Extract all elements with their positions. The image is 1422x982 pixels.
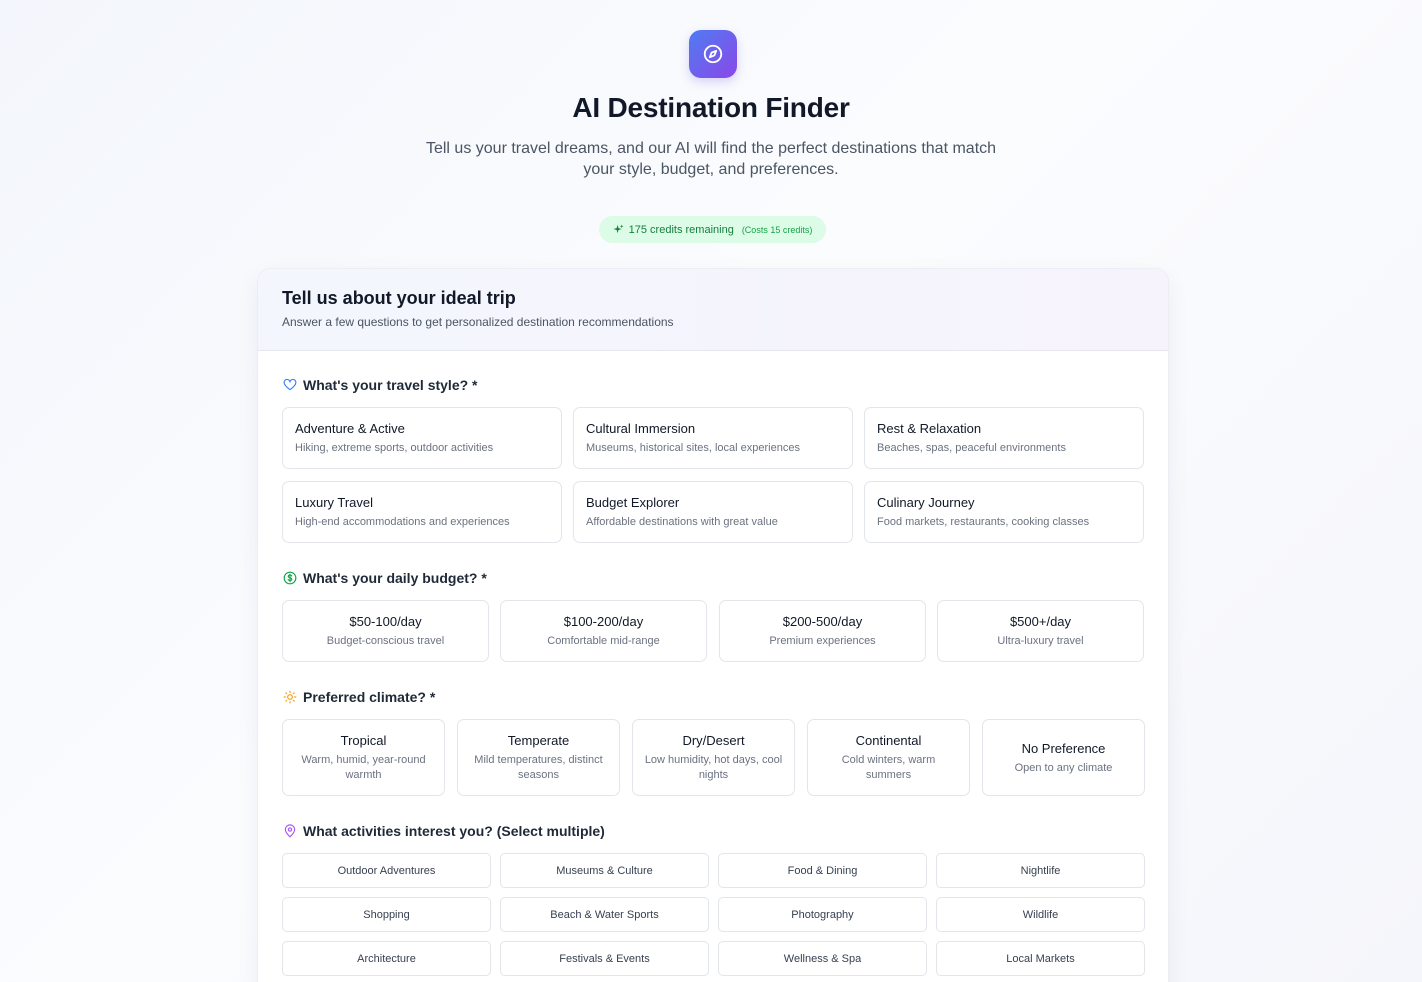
app-logo <box>689 30 737 78</box>
budget-option-50-100[interactable]: $50-100/day Budget-conscious travel <box>282 600 489 662</box>
sparkles-icon <box>613 224 624 234</box>
option-title: Cultural Immersion <box>586 421 696 436</box>
option-desc: Museums, historical sites, local experie… <box>586 442 800 454</box>
option-desc: Cold winters, warm summers <box>841 754 936 781</box>
option-desc: Low humidity, hot days, cool nights <box>644 754 783 781</box>
option-desc: High-end accommodations and experiences <box>295 516 510 528</box>
style-option-luxury[interactable]: Luxury Travel High-end accommodations an… <box>282 481 562 543</box>
activity-architecture[interactable]: Architecture <box>282 941 491 976</box>
budget-label: What's your daily budget? * <box>283 570 487 586</box>
activity-food-dining[interactable]: Food & Dining <box>718 853 927 888</box>
activities-label-text: What activities interest you? (Select mu… <box>303 823 605 839</box>
style-option-adventure[interactable]: Adventure & Active Hiking, extreme sport… <box>282 407 562 469</box>
option-desc: Hiking, extreme sports, outdoor activiti… <box>295 442 494 454</box>
compass-icon <box>703 44 723 64</box>
credits-badge: 175 credits remaining (Costs 15 credits) <box>599 216 826 243</box>
option-desc: Ultra-luxury travel <box>997 635 1084 647</box>
option-desc: Warm, humid, year-round warmth <box>301 754 426 781</box>
budget-option-500-plus[interactable]: $500+/day Ultra-luxury travel <box>937 600 1144 662</box>
option-desc: Food markets, restaurants, cooking class… <box>877 516 1090 528</box>
climate-option-tropical[interactable]: Tropical Warm, humid, year-round warmth <box>282 719 445 796</box>
activity-photography[interactable]: Photography <box>718 897 927 932</box>
travel-style-label: What's your travel style? * <box>283 377 478 393</box>
option-desc: Comfortable mid-range <box>547 635 660 647</box>
map-pin-icon <box>284 824 296 838</box>
trip-form-card: Tell us about your ideal trip Answer a f… <box>257 268 1169 982</box>
option-title: Tropical <box>340 733 387 748</box>
activity-local-markets[interactable]: Local Markets <box>936 941 1145 976</box>
activity-wildlife[interactable]: Wildlife <box>936 897 1145 932</box>
style-option-culinary[interactable]: Culinary Journey Food markets, restauran… <box>864 481 1144 543</box>
credits-remaining: 175 credits remaining <box>628 223 734 236</box>
climate-label: Preferred climate? * <box>283 689 435 705</box>
option-title: Temperate <box>507 733 570 748</box>
option-desc: Beaches, spas, peaceful environments <box>877 442 1066 454</box>
activity-outdoor-adventures[interactable]: Outdoor Adventures <box>282 853 491 888</box>
option-title: $100-200/day <box>563 614 644 629</box>
climate-option-temperate[interactable]: Temperate Mild temperatures, distinct se… <box>457 719 620 796</box>
card-subtitle: Answer a few questions to get personaliz… <box>282 315 674 329</box>
page-subtitle: Tell us your travel dreams, and our AI w… <box>425 140 997 178</box>
climate-option-dry-desert[interactable]: Dry/Desert Low humidity, hot days, cool … <box>632 719 795 796</box>
style-option-relaxation[interactable]: Rest & Relaxation Beaches, spas, peacefu… <box>864 407 1144 469</box>
sun-icon <box>283 690 297 704</box>
option-desc: Premium experiences <box>769 635 876 647</box>
option-title: Culinary Journey <box>877 495 975 510</box>
option-title: $200-500/day <box>782 614 863 629</box>
activity-festivals-events[interactable]: Festivals & Events <box>500 941 709 976</box>
option-title: Rest & Relaxation <box>877 421 982 436</box>
option-title: No Preference <box>1021 741 1106 756</box>
option-desc: Budget-conscious travel <box>326 635 445 647</box>
card-title: Tell us about your ideal trip <box>282 288 516 308</box>
credits-cost: (Costs 15 credits) <box>741 224 813 235</box>
activity-nightlife[interactable]: Nightlife <box>936 853 1145 888</box>
option-desc: Mild temperatures, distinct seasons <box>474 754 603 781</box>
budget-option-200-500[interactable]: $200-500/day Premium experiences <box>719 600 926 662</box>
option-title: Continental <box>855 733 922 748</box>
budget-label-text: What's your daily budget? * <box>303 570 487 586</box>
option-title: Adventure & Active <box>295 421 405 436</box>
climate-option-no-preference[interactable]: No Preference Open to any climate <box>982 719 1145 796</box>
activity-shopping[interactable]: Shopping <box>282 897 491 932</box>
activity-museums-culture[interactable]: Museums & Culture <box>500 853 709 888</box>
dollar-icon <box>283 571 297 585</box>
climate-option-continental[interactable]: Continental Cold winters, warm summers <box>807 719 970 796</box>
style-option-cultural[interactable]: Cultural Immersion Museums, historical s… <box>573 407 853 469</box>
option-title: Luxury Travel <box>295 495 374 510</box>
option-title: $50-100/day <box>349 614 422 629</box>
budget-option-100-200[interactable]: $100-200/day Comfortable mid-range <box>500 600 707 662</box>
travel-style-label-text: What's your travel style? * <box>303 377 478 393</box>
activity-beach-water-sports[interactable]: Beach & Water Sports <box>500 897 709 932</box>
option-title: $500+/day <box>1009 614 1072 629</box>
heart-icon <box>283 378 297 391</box>
option-title: Dry/Desert <box>682 733 745 748</box>
option-title: Budget Explorer <box>586 495 680 510</box>
activities-label: What activities interest you? (Select mu… <box>283 823 605 839</box>
option-desc: Affordable destinations with great value <box>586 516 778 528</box>
option-desc: Open to any climate <box>1014 762 1113 774</box>
activity-wellness-spa[interactable]: Wellness & Spa <box>718 941 927 976</box>
card-header: Tell us about your ideal trip Answer a f… <box>258 269 1168 351</box>
climate-label-text: Preferred climate? * <box>303 689 436 705</box>
style-option-budget[interactable]: Budget Explorer Affordable destinations … <box>573 481 853 543</box>
page-title: AI Destination Finder <box>572 92 850 123</box>
